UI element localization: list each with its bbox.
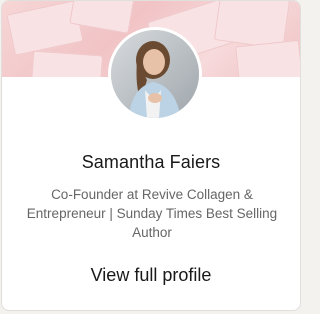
profile-name[interactable]: Samantha Faiers (2, 152, 300, 173)
avatar-photo (111, 30, 199, 118)
profile-card: Samantha Faiers Co-Founder at Revive Col… (1, 0, 301, 311)
avatar[interactable] (111, 30, 199, 118)
view-full-profile-link[interactable]: View full profile (2, 265, 300, 286)
profile-headline: Co-Founder at Revive Collagen & Entrepre… (26, 187, 278, 240)
avatar-frame[interactable] (108, 27, 202, 121)
